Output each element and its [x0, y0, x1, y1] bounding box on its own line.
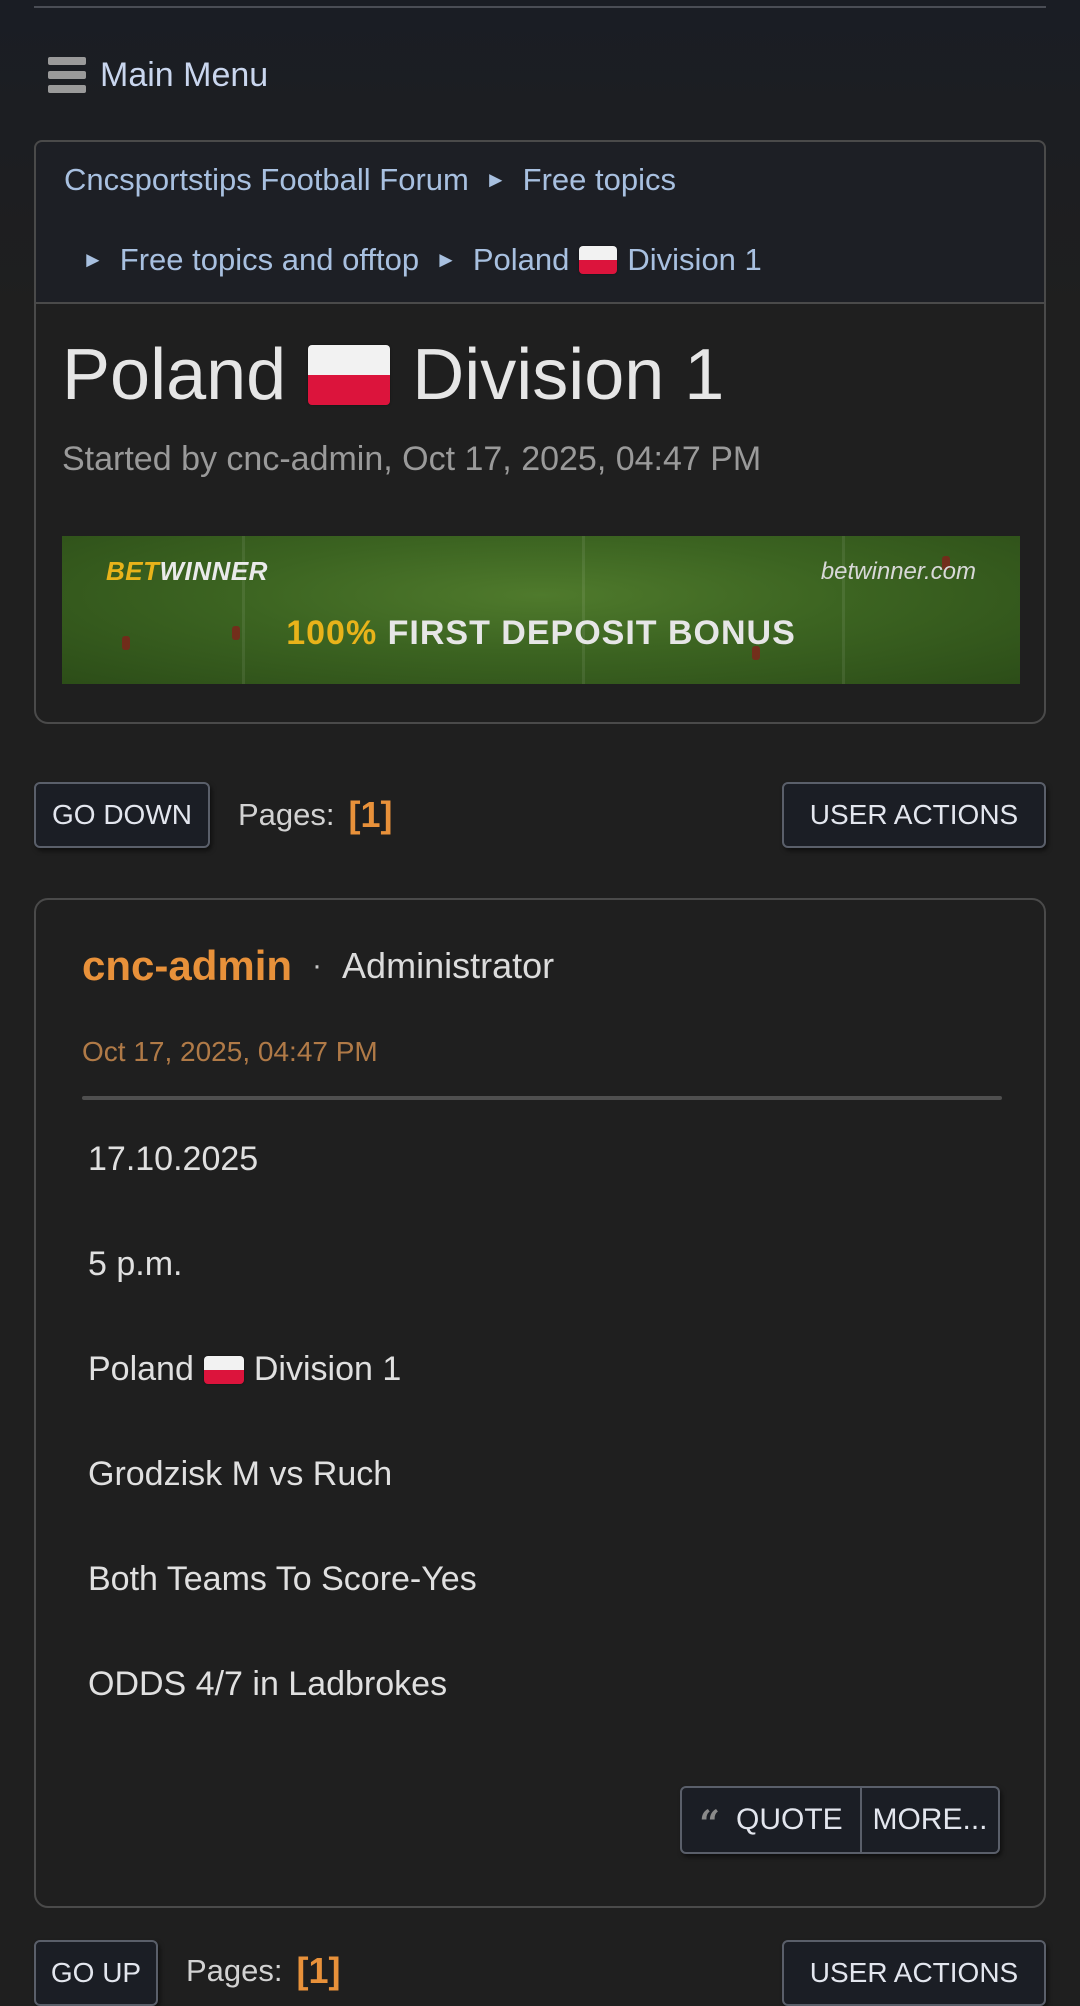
poland-flag-icon: [308, 345, 391, 405]
post-line: ODDS 4/7 in Ladbrokes: [88, 1665, 448, 1703]
page-title-suffix: Division 1: [412, 335, 725, 415]
arrow-right-icon: ►: [484, 167, 507, 192]
post-actions: “ QUOTE MORE...: [680, 1786, 1000, 1854]
page-title-prefix: Poland: [62, 335, 287, 415]
post-divider: [82, 1096, 1002, 1100]
pages-label: Pages:: [238, 797, 335, 832]
current-page-link[interactable]: [1]: [297, 1950, 341, 1992]
pagination-bottom: Pages: [1]: [186, 1946, 341, 1996]
pages-label: Pages:: [186, 1953, 283, 1988]
post-line: Grodzisk M vs Ruch: [88, 1455, 393, 1493]
user-actions-button[interactable]: USER ACTIONS: [782, 782, 1046, 848]
banner-headline: 100% FIRST DEPOSIT BONUS: [286, 614, 796, 652]
breadcrumb-topic-suffix: Division 1: [627, 242, 762, 277]
post-line: 17.10.2025: [88, 1140, 259, 1178]
poland-flag-icon: [203, 1355, 244, 1384]
topic-header: Poland Division 1 Started by cnc-admin, …: [34, 302, 1046, 724]
arrow-right-icon: ►: [435, 247, 457, 272]
hamburger-icon: [48, 57, 86, 93]
user-actions-button[interactable]: USER ACTIONS: [782, 1940, 1046, 2006]
quote-button[interactable]: “ QUOTE: [680, 1786, 862, 1854]
topic-meta: Started by cnc-admin, Oct 17, 2025, 04:4…: [62, 440, 762, 478]
breadcrumb: Cncsportstips Football Forum ► Free topi…: [34, 140, 1046, 304]
breadcrumb-link-offtop[interactable]: Free topics and offtop: [120, 242, 419, 278]
main-menu-label: Main Menu: [100, 55, 269, 94]
poland-flag-icon: [579, 246, 618, 274]
main-menu-button[interactable]: Main Menu: [48, 50, 268, 100]
post-date-link[interactable]: Oct 17, 2025, 04:47 PM: [82, 1036, 378, 1068]
header-divider: [34, 6, 1046, 8]
breadcrumb-topic-prefix: Poland: [472, 242, 570, 277]
breadcrumb-link-forum[interactable]: Cncsportstips Football Forum: [64, 162, 469, 198]
page-title: Poland Division 1: [62, 334, 724, 416]
betwinner-banner-ad[interactable]: BETWINNER betwinner.com 100% FIRST DEPOS…: [62, 536, 1020, 684]
arrow-right-icon: ►: [82, 247, 104, 272]
go-down-button[interactable]: GO DOWN: [34, 782, 210, 848]
poster-info: cnc-admin · Administrator: [82, 942, 554, 990]
quote-icon: “: [699, 1803, 721, 1845]
poster-role: Administrator: [342, 945, 555, 986]
go-up-button[interactable]: GO UP: [34, 1940, 158, 2006]
pagination-top: Pages: [1]: [238, 790, 393, 840]
current-page-link[interactable]: [1]: [349, 794, 393, 836]
post-line: 5 p.m.: [88, 1245, 183, 1283]
banner-logo: BETWINNER: [106, 556, 268, 586]
poster-name-link[interactable]: cnc-admin: [82, 942, 292, 990]
banner-site: betwinner.com: [820, 558, 976, 585]
breadcrumb-link-free-topics[interactable]: Free topics: [523, 162, 676, 198]
more-button[interactable]: MORE...: [862, 1786, 1000, 1854]
post-line: Poland Division 1: [88, 1350, 402, 1388]
post-line: Both Teams To Score-Yes: [88, 1560, 477, 1598]
breadcrumb-link-topic[interactable]: Poland Division 1: [473, 242, 762, 278]
separator-dot: ·: [312, 949, 323, 982]
post-card: cnc-admin · Administrator Oct 17, 2025, …: [34, 898, 1046, 1908]
